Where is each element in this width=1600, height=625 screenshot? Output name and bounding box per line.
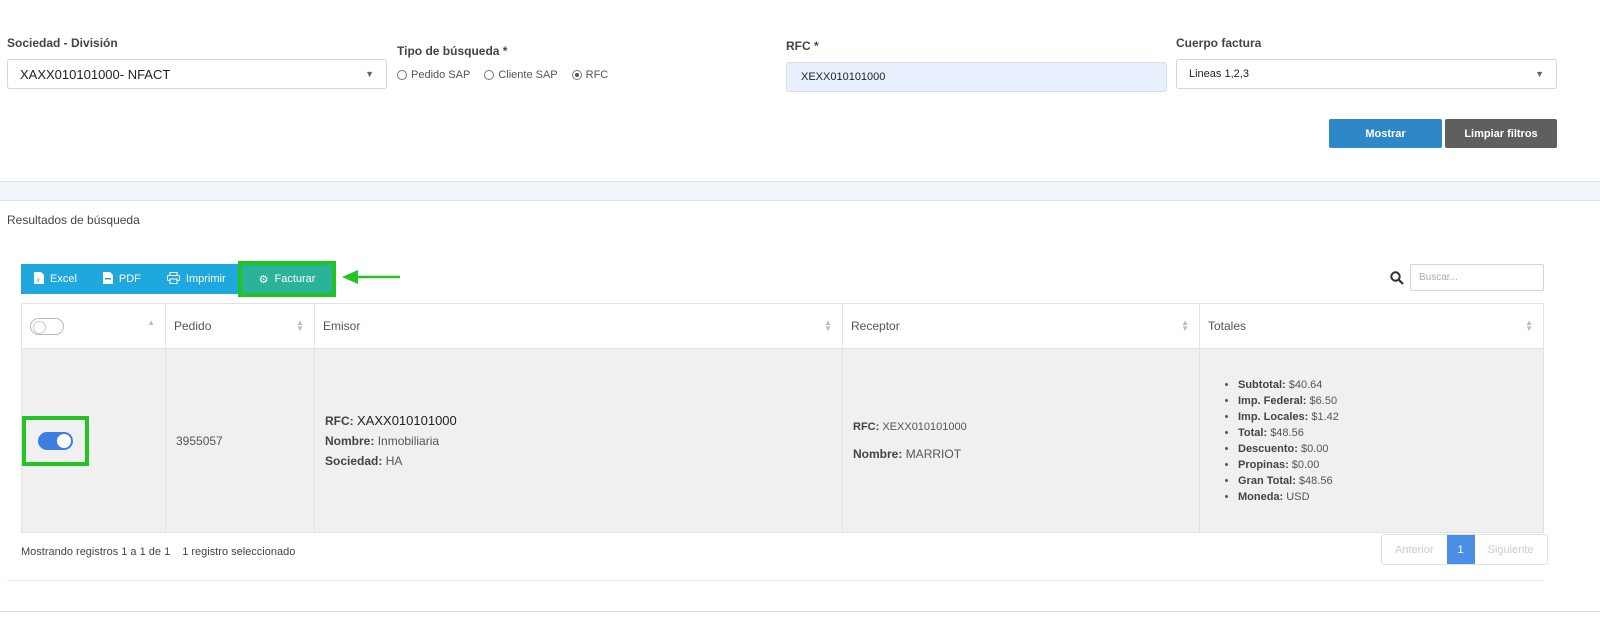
table-row: 3955057 RFC: XAXX010101000 Nombre: Inmob… xyxy=(21,348,1544,533)
list-item: Total: $48.56 xyxy=(1238,427,1533,439)
tipo-busqueda-radios: Pedido SAP Cliente SAP RFC xyxy=(397,69,608,81)
receptor-nombre: Nombre: MARRIOT xyxy=(853,446,962,461)
radio-label: Pedido SAP xyxy=(411,69,471,81)
pdf-label: PDF xyxy=(118,273,141,285)
file-pdf-icon xyxy=(102,271,113,287)
results-table: ▲ Pedido ▲ ▼ Emisor ▲ ▼ Receptor ▲ ▼ Totales ▲ ▼… xyxy=(21,303,1544,533)
radio-circle-icon xyxy=(484,70,495,80)
rfc-input[interactable]: XEXX010101000 xyxy=(786,62,1167,92)
list-item: Imp. Federal: $6.50 xyxy=(1238,395,1533,407)
select-all-toggle[interactable] xyxy=(30,317,64,335)
selected-count: 1 registro seleccionado xyxy=(182,546,296,558)
column-label: Totales xyxy=(1208,319,1247,333)
sort-icon: ▲ ▼ xyxy=(296,318,304,333)
gear-icon: ⚙ xyxy=(258,273,269,286)
totales-list: Subtotal: $40.64 Imp. Federal: $6.50 Imp… xyxy=(1210,379,1533,503)
limpiar-filtros-button[interactable]: Limpiar filtros xyxy=(1445,119,1557,148)
column-label: Emisor xyxy=(323,319,361,333)
emisor-cell: RFC: XAXX010101000 Nombre: Inmobiliaria … xyxy=(314,348,843,533)
pager-page-1[interactable]: 1 xyxy=(1446,535,1475,564)
svg-text:x: x xyxy=(37,277,41,284)
radio-selected-icon xyxy=(571,70,582,80)
column-emisor[interactable]: Emisor ▲ ▼ xyxy=(314,303,843,349)
radio-pedido-sap[interactable]: Pedido SAP xyxy=(397,69,470,81)
emisor-sociedad: Sociedad: HA xyxy=(325,454,403,468)
search-input[interactable]: Buscar... xyxy=(1410,264,1544,291)
sort-icon: ▲ ▼ xyxy=(1525,318,1533,333)
table-info: Mostrando registros 1 a 1 de 1 1 registr… xyxy=(21,546,295,558)
radio-label: RFC xyxy=(585,69,609,81)
radio-label: Cliente SAP xyxy=(498,69,558,81)
table-search: Buscar... xyxy=(1390,264,1544,291)
cuerpo-factura-value: Lineas 1,2,3 xyxy=(1189,68,1249,80)
facturar-button[interactable]: ⚙ Facturar xyxy=(237,261,337,297)
pedido-cell: 3955057 xyxy=(165,348,315,533)
mostrar-button[interactable]: Mostrar xyxy=(1329,119,1442,148)
radio-rfc[interactable]: RFC xyxy=(571,69,609,81)
cuerpo-factura-label: Cuerpo factura xyxy=(1176,36,1262,50)
row-select-toggle[interactable] xyxy=(38,431,73,450)
sort-icon: ▲ ▼ xyxy=(1181,318,1189,333)
sociedad-select[interactable]: XAXX010101000- NFACT ▼ xyxy=(7,59,387,89)
sociedad-value: XAXX010101000- NFACT xyxy=(20,66,171,82)
receptor-rfc: RFC: XEXX010101000 xyxy=(853,420,967,433)
rfc-label: RFC * xyxy=(786,39,819,53)
export-toolbar: x Excel PDF Imprimir ⚙ Facturar xyxy=(21,261,337,297)
radio-circle-icon xyxy=(397,70,407,80)
imprimir-button[interactable]: Imprimir xyxy=(154,264,239,294)
radio-cliente-sap[interactable]: Cliente SAP xyxy=(484,69,558,81)
sociedad-label: Sociedad - División xyxy=(7,36,118,50)
arrow-left-icon xyxy=(342,270,400,284)
excel-button[interactable]: x Excel xyxy=(21,264,90,294)
pagination: Anterior 1 Siguiente xyxy=(1381,534,1548,565)
divider xyxy=(7,580,1543,581)
receptor-cell: RFC: XEXX010101000 Nombre: MARRIOT xyxy=(842,348,1200,533)
sort-asc-icon: ▲ xyxy=(147,318,155,327)
tipo-busqueda-label: Tipo de búsqueda * xyxy=(397,44,508,58)
results-title: Resultados de búsqueda xyxy=(7,213,140,227)
column-label: Pedido xyxy=(174,319,212,333)
column-pedido[interactable]: Pedido ▲ ▼ xyxy=(165,303,315,349)
section-divider xyxy=(0,181,1600,201)
list-item: Imp. Locales: $1.42 xyxy=(1238,411,1533,423)
list-item: Gran Total: $48.56 xyxy=(1238,475,1533,487)
list-item: Moneda: USD xyxy=(1238,491,1533,503)
records-count: Mostrando registros 1 a 1 de 1 xyxy=(21,546,171,558)
excel-label: Excel xyxy=(50,273,77,285)
table-header-row: ▲ Pedido ▲ ▼ Emisor ▲ ▼ Receptor ▲ ▼ Totales ▲ ▼ xyxy=(21,303,1544,349)
pager-prev-button[interactable]: Anterior xyxy=(1382,535,1447,564)
totales-cell: Subtotal: $40.64 Imp. Federal: $6.50 Imp… xyxy=(1199,348,1544,533)
pager-next-button[interactable]: Siguiente xyxy=(1474,535,1547,564)
emisor-rfc: RFC: XAXX010101000 xyxy=(325,413,457,428)
facturar-label: Facturar xyxy=(274,273,316,285)
row-select-highlight xyxy=(22,415,89,466)
select-all-column[interactable]: ▲ xyxy=(21,303,166,349)
printer-icon xyxy=(166,271,180,287)
column-label: Receptor xyxy=(851,319,900,333)
divider xyxy=(0,611,1600,612)
rfc-value: XEXX010101000 xyxy=(801,71,886,83)
chevron-down-icon: ▼ xyxy=(365,69,374,79)
list-item: Propinas: $0.00 xyxy=(1238,459,1533,471)
cuerpo-factura-select[interactable]: Lineas 1,2,3 ▼ xyxy=(1176,59,1557,89)
chevron-down-icon: ▼ xyxy=(1535,69,1544,79)
select-cell xyxy=(21,348,166,533)
column-totales[interactable]: Totales ▲ ▼ xyxy=(1199,303,1544,349)
file-excel-icon: x xyxy=(34,271,44,287)
list-item: Descuento: $0.00 xyxy=(1238,443,1533,455)
search-icon xyxy=(1390,270,1404,285)
list-item: Subtotal: $40.64 xyxy=(1238,379,1533,391)
imprimir-label: Imprimir xyxy=(185,273,226,285)
column-receptor[interactable]: Receptor ▲ ▼ xyxy=(842,303,1200,349)
pdf-button[interactable]: PDF xyxy=(90,264,154,294)
emisor-nombre: Nombre: Inmobiliaria xyxy=(325,434,440,448)
sort-icon: ▲ ▼ xyxy=(824,318,832,333)
